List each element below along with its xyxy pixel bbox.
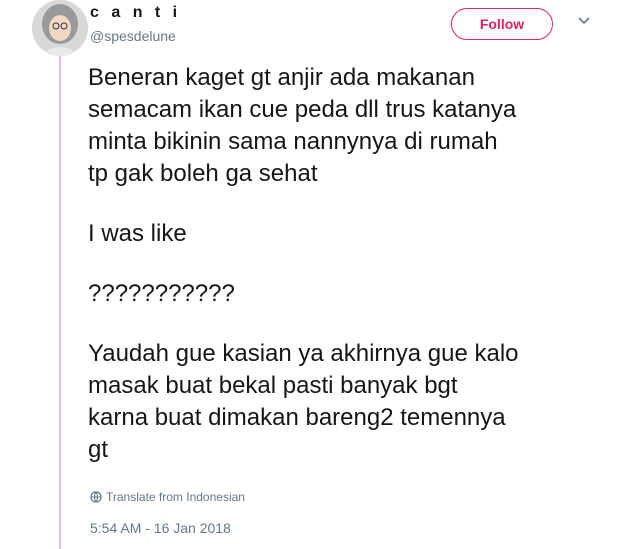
globe-icon [90,491,102,503]
timestamp[interactable]: 5:54 AM - 16 Jan 2018 [90,520,231,536]
tweet-line: semacam ikan cue peda dll trus katanya [88,96,517,123]
tweet-text: Beneran kaget gt anjir ada makanan semac… [88,62,608,466]
tweet-line: karna buat dimakan bareng2 temennya [88,404,506,431]
user-info: c a n t i @spesdelune [90,4,181,44]
tweet-line: Yaudah gue kasian ya akhirnya gue kalo [88,340,519,367]
translate-link[interactable]: Translate from Indonesian [90,490,245,504]
avatar[interactable] [32,0,88,56]
tweet-line: gt [88,436,109,463]
user-handle[interactable]: @spesdelune [90,28,181,44]
translate-label: Translate from Indonesian [106,490,245,504]
tweet-line: minta bikinin sama nannynya di rumah [88,128,498,155]
tweet-line: ??????????? [88,280,235,307]
thread-line [59,0,61,549]
display-name[interactable]: c a n t i [90,4,181,22]
tweet-line: Beneran kaget gt anjir ada makanan [88,64,475,91]
tweet-line: I was like [88,220,187,247]
chevron-down-icon[interactable] [577,16,591,26]
tweet-line: masak buat bekal pasti banyak bgt [88,372,458,399]
tweet-line: tp gak boleh ga sehat [88,160,318,187]
follow-button[interactable]: Follow [451,8,553,40]
